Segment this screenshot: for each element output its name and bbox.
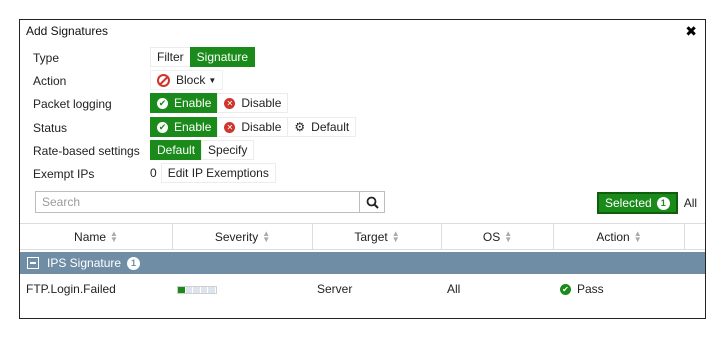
- severity-segment: [200, 287, 209, 293]
- packet-logging-enable-button[interactable]: ✔ Enable: [150, 93, 219, 113]
- status-label: Status: [33, 121, 68, 135]
- row-os: All: [447, 282, 461, 296]
- selected-view-button[interactable]: Selected 1: [597, 192, 678, 214]
- row-name: FTP.Login.Failed: [26, 282, 116, 296]
- status-toggle: ✔ Enable ✕ Disable ⚙ Default: [150, 117, 357, 137]
- severity-segment: [193, 287, 201, 293]
- action-label: Action: [33, 74, 67, 88]
- action-row: Action Block ▼: [20, 70, 705, 92]
- severity-bar: [177, 286, 217, 294]
- gear-icon: ⚙: [294, 120, 306, 134]
- dialog-title: Add Signatures: [26, 24, 109, 38]
- exempt-ips-count: 0: [150, 166, 157, 180]
- type-signature-option[interactable]: Signature: [189, 47, 256, 67]
- packet-logging-disable-button[interactable]: ✕ Disable: [217, 93, 289, 113]
- collapse-icon[interactable]: [27, 257, 39, 269]
- rate-based-toggle: Default Specify: [150, 140, 255, 160]
- row-action: ✔ Pass: [560, 282, 604, 296]
- all-view-button[interactable]: All: [678, 192, 703, 214]
- sort-icon: ▲ ▼: [504, 228, 513, 244]
- add-signatures-dialog: Add Signatures ✖ Type Filter Signature A…: [19, 19, 706, 319]
- edit-ip-exemptions-button[interactable]: Edit IP Exemptions: [160, 163, 276, 183]
- group-label: IPS Signature: [47, 256, 122, 270]
- group-row-ips-signature[interactable]: IPS Signature 1: [20, 252, 705, 274]
- rate-based-specify-button[interactable]: Specify: [201, 140, 255, 160]
- exempt-ips-row: Exempt IPs 0 Edit IP Exemptions: [20, 163, 705, 185]
- packet-logging-row: Packet logging ✔ Enable ✕ Disable: [20, 93, 705, 115]
- packet-logging-label: Packet logging: [33, 97, 112, 111]
- x-circle-icon: ✕: [224, 97, 236, 109]
- rate-based-label: Rate-based settings: [33, 144, 140, 158]
- status-row: Status ✔ Enable ✕ Disable ⚙ Default: [20, 117, 705, 139]
- group-count-badge: 1: [127, 256, 141, 270]
- rate-based-row: Rate-based settings Default Specify: [20, 140, 705, 162]
- block-icon: [157, 73, 170, 87]
- status-default-button[interactable]: ⚙ Default: [287, 117, 357, 137]
- type-toggle: Filter Signature: [150, 47, 256, 67]
- chevron-down-icon: ▼: [208, 75, 217, 85]
- action-dropdown[interactable]: Block ▼: [150, 70, 224, 90]
- column-header-target-label: Target: [354, 229, 388, 244]
- column-header-name-label: Name: [74, 229, 107, 244]
- row-action-label: Pass: [577, 282, 604, 296]
- column-header-os[interactable]: OS ▲ ▼: [442, 224, 554, 249]
- dialog-title-bar: Add Signatures ✖: [20, 20, 705, 42]
- type-row: Type Filter Signature: [20, 47, 705, 69]
- column-header-target[interactable]: Target ▲ ▼: [313, 224, 442, 249]
- column-header-name[interactable]: Name ▲ ▼: [20, 224, 173, 249]
- rate-based-default-button[interactable]: Default: [150, 140, 203, 160]
- column-header-action[interactable]: Action ▲ ▼: [554, 224, 685, 249]
- selected-count-badge: 1: [656, 196, 670, 210]
- row-target: Server: [317, 282, 353, 296]
- selected-view-label: Selected: [605, 196, 652, 210]
- column-header-os-label: OS: [482, 229, 501, 244]
- packet-logging-toggle: ✔ Enable ✕ Disable: [150, 93, 289, 113]
- table-row[interactable]: FTP.Login.Failed Server All ✔ Pass: [20, 278, 705, 300]
- type-label: Type: [33, 51, 60, 65]
- packet-logging-disable-label: Disable: [241, 96, 282, 110]
- search-input[interactable]: [36, 193, 359, 211]
- severity-segment: [208, 287, 216, 293]
- sort-icon: ▲ ▼: [262, 228, 271, 244]
- sort-icon: ▲ ▼: [391, 228, 400, 244]
- close-icon[interactable]: ✖: [685, 23, 697, 40]
- x-circle-icon: ✕: [224, 121, 236, 133]
- view-toggle: Selected 1 All: [597, 192, 703, 214]
- type-filter-option[interactable]: Filter: [150, 47, 191, 67]
- status-disable-button[interactable]: ✕ Disable: [217, 117, 289, 137]
- table-header: Name ▲ ▼ Severity ▲ ▼ Target ▲ ▼ OS ▲ ▼ Action ▲ ▼: [20, 223, 705, 250]
- status-enable-button[interactable]: ✔ Enable: [150, 117, 219, 137]
- severity-segment: [185, 287, 194, 293]
- column-header-severity[interactable]: Severity ▲ ▼: [173, 224, 313, 249]
- search-box: [35, 191, 385, 213]
- column-header-severity-label: Severity: [214, 229, 259, 244]
- exempt-ips-label: Exempt IPs: [33, 167, 95, 181]
- packet-logging-enable-label: Enable: [174, 96, 212, 110]
- action-select[interactable]: Block ▼: [150, 70, 224, 90]
- check-circle-icon: ✔: [157, 121, 168, 133]
- column-header-action-label: Action: [596, 229, 630, 244]
- exempt-ips-control: 0 Edit IP Exemptions: [150, 163, 276, 183]
- search-icon[interactable]: [359, 192, 384, 212]
- check-circle-icon: ✔: [560, 284, 571, 296]
- sort-icon: ▲ ▼: [110, 228, 118, 244]
- sort-icon: ▲ ▼: [633, 228, 642, 244]
- action-value: Block: [176, 73, 206, 87]
- status-default-label: Default: [311, 120, 350, 134]
- severity-segment: [178, 287, 186, 293]
- status-enable-label: Enable: [174, 120, 212, 134]
- status-disable-label: Disable: [241, 120, 282, 134]
- check-circle-icon: ✔: [157, 97, 168, 109]
